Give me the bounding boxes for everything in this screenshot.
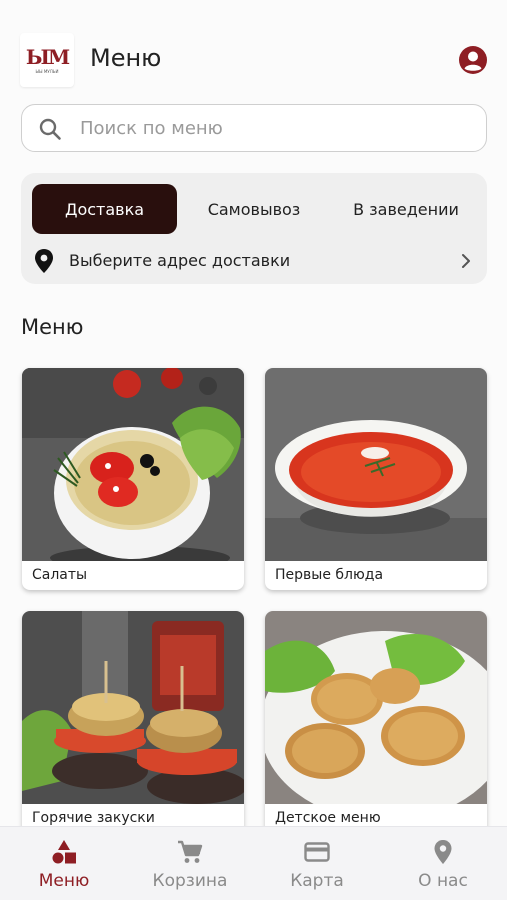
category-label: Горячие закуски bbox=[32, 810, 155, 826]
bottom-navigation: Меню Корзина Карта О нас bbox=[0, 826, 507, 900]
nav-item-card[interactable]: Карта bbox=[254, 827, 380, 900]
delivery-address-selector[interactable]: Выберите адрес доставки bbox=[21, 241, 487, 281]
category-card-hot-appetizers[interactable]: Горячие закуски bbox=[22, 611, 244, 833]
nav-label-card: Карта bbox=[290, 871, 344, 891]
address-prompt: Выберите адрес доставки bbox=[69, 251, 291, 270]
category-card-first-courses[interactable]: Первые блюда bbox=[265, 368, 487, 590]
app-header: ЫМ ЫЫ МУЛЬИ Меню bbox=[0, 0, 507, 100]
page-title: Меню bbox=[90, 44, 162, 72]
search-bar[interactable] bbox=[21, 104, 487, 152]
logo-mark: ЫМ bbox=[25, 44, 70, 69]
credit-card-icon bbox=[304, 839, 330, 865]
restaurant-logo[interactable]: ЫМ ЫЫ МУЛЬИ bbox=[20, 33, 74, 87]
location-pin-icon bbox=[430, 839, 456, 865]
tab-in-restaurant[interactable]: В заведении bbox=[331, 184, 481, 234]
nav-item-about[interactable]: О нас bbox=[380, 827, 506, 900]
nav-label-cart: Корзина bbox=[152, 871, 228, 891]
cart-icon bbox=[177, 839, 203, 865]
nuggets-photo bbox=[265, 611, 487, 804]
search-input[interactable] bbox=[80, 105, 470, 151]
map-pin-icon bbox=[33, 248, 55, 274]
soup-photo bbox=[265, 368, 487, 561]
nav-item-menu[interactable]: Меню bbox=[1, 827, 127, 900]
category-label: Детское меню bbox=[275, 810, 381, 826]
nav-label-menu: Меню bbox=[38, 871, 90, 891]
nav-item-cart[interactable]: Корзина bbox=[127, 827, 253, 900]
section-title: Меню bbox=[21, 315, 84, 339]
profile-icon[interactable] bbox=[458, 45, 488, 75]
order-mode-panel: Доставка Самовывоз В заведении Выберите … bbox=[21, 173, 487, 284]
logo-subtext: ЫЫ МУЛЬИ bbox=[35, 68, 59, 74]
chevron-right-icon bbox=[457, 252, 475, 270]
salad-photo bbox=[22, 368, 244, 561]
nav-label-about: О нас bbox=[418, 871, 468, 891]
tab-delivery[interactable]: Доставка bbox=[32, 184, 177, 234]
appetizer-photo bbox=[22, 611, 244, 804]
tab-pickup[interactable]: Самовывоз bbox=[189, 184, 319, 234]
category-card-salads[interactable]: Салаты bbox=[22, 368, 244, 590]
search-icon bbox=[38, 117, 62, 141]
category-label: Салаты bbox=[32, 567, 88, 583]
category-card-kids-menu[interactable]: Детское меню bbox=[265, 611, 487, 833]
category-label: Первые блюда bbox=[275, 567, 384, 583]
menu-shapes-icon bbox=[51, 839, 77, 865]
